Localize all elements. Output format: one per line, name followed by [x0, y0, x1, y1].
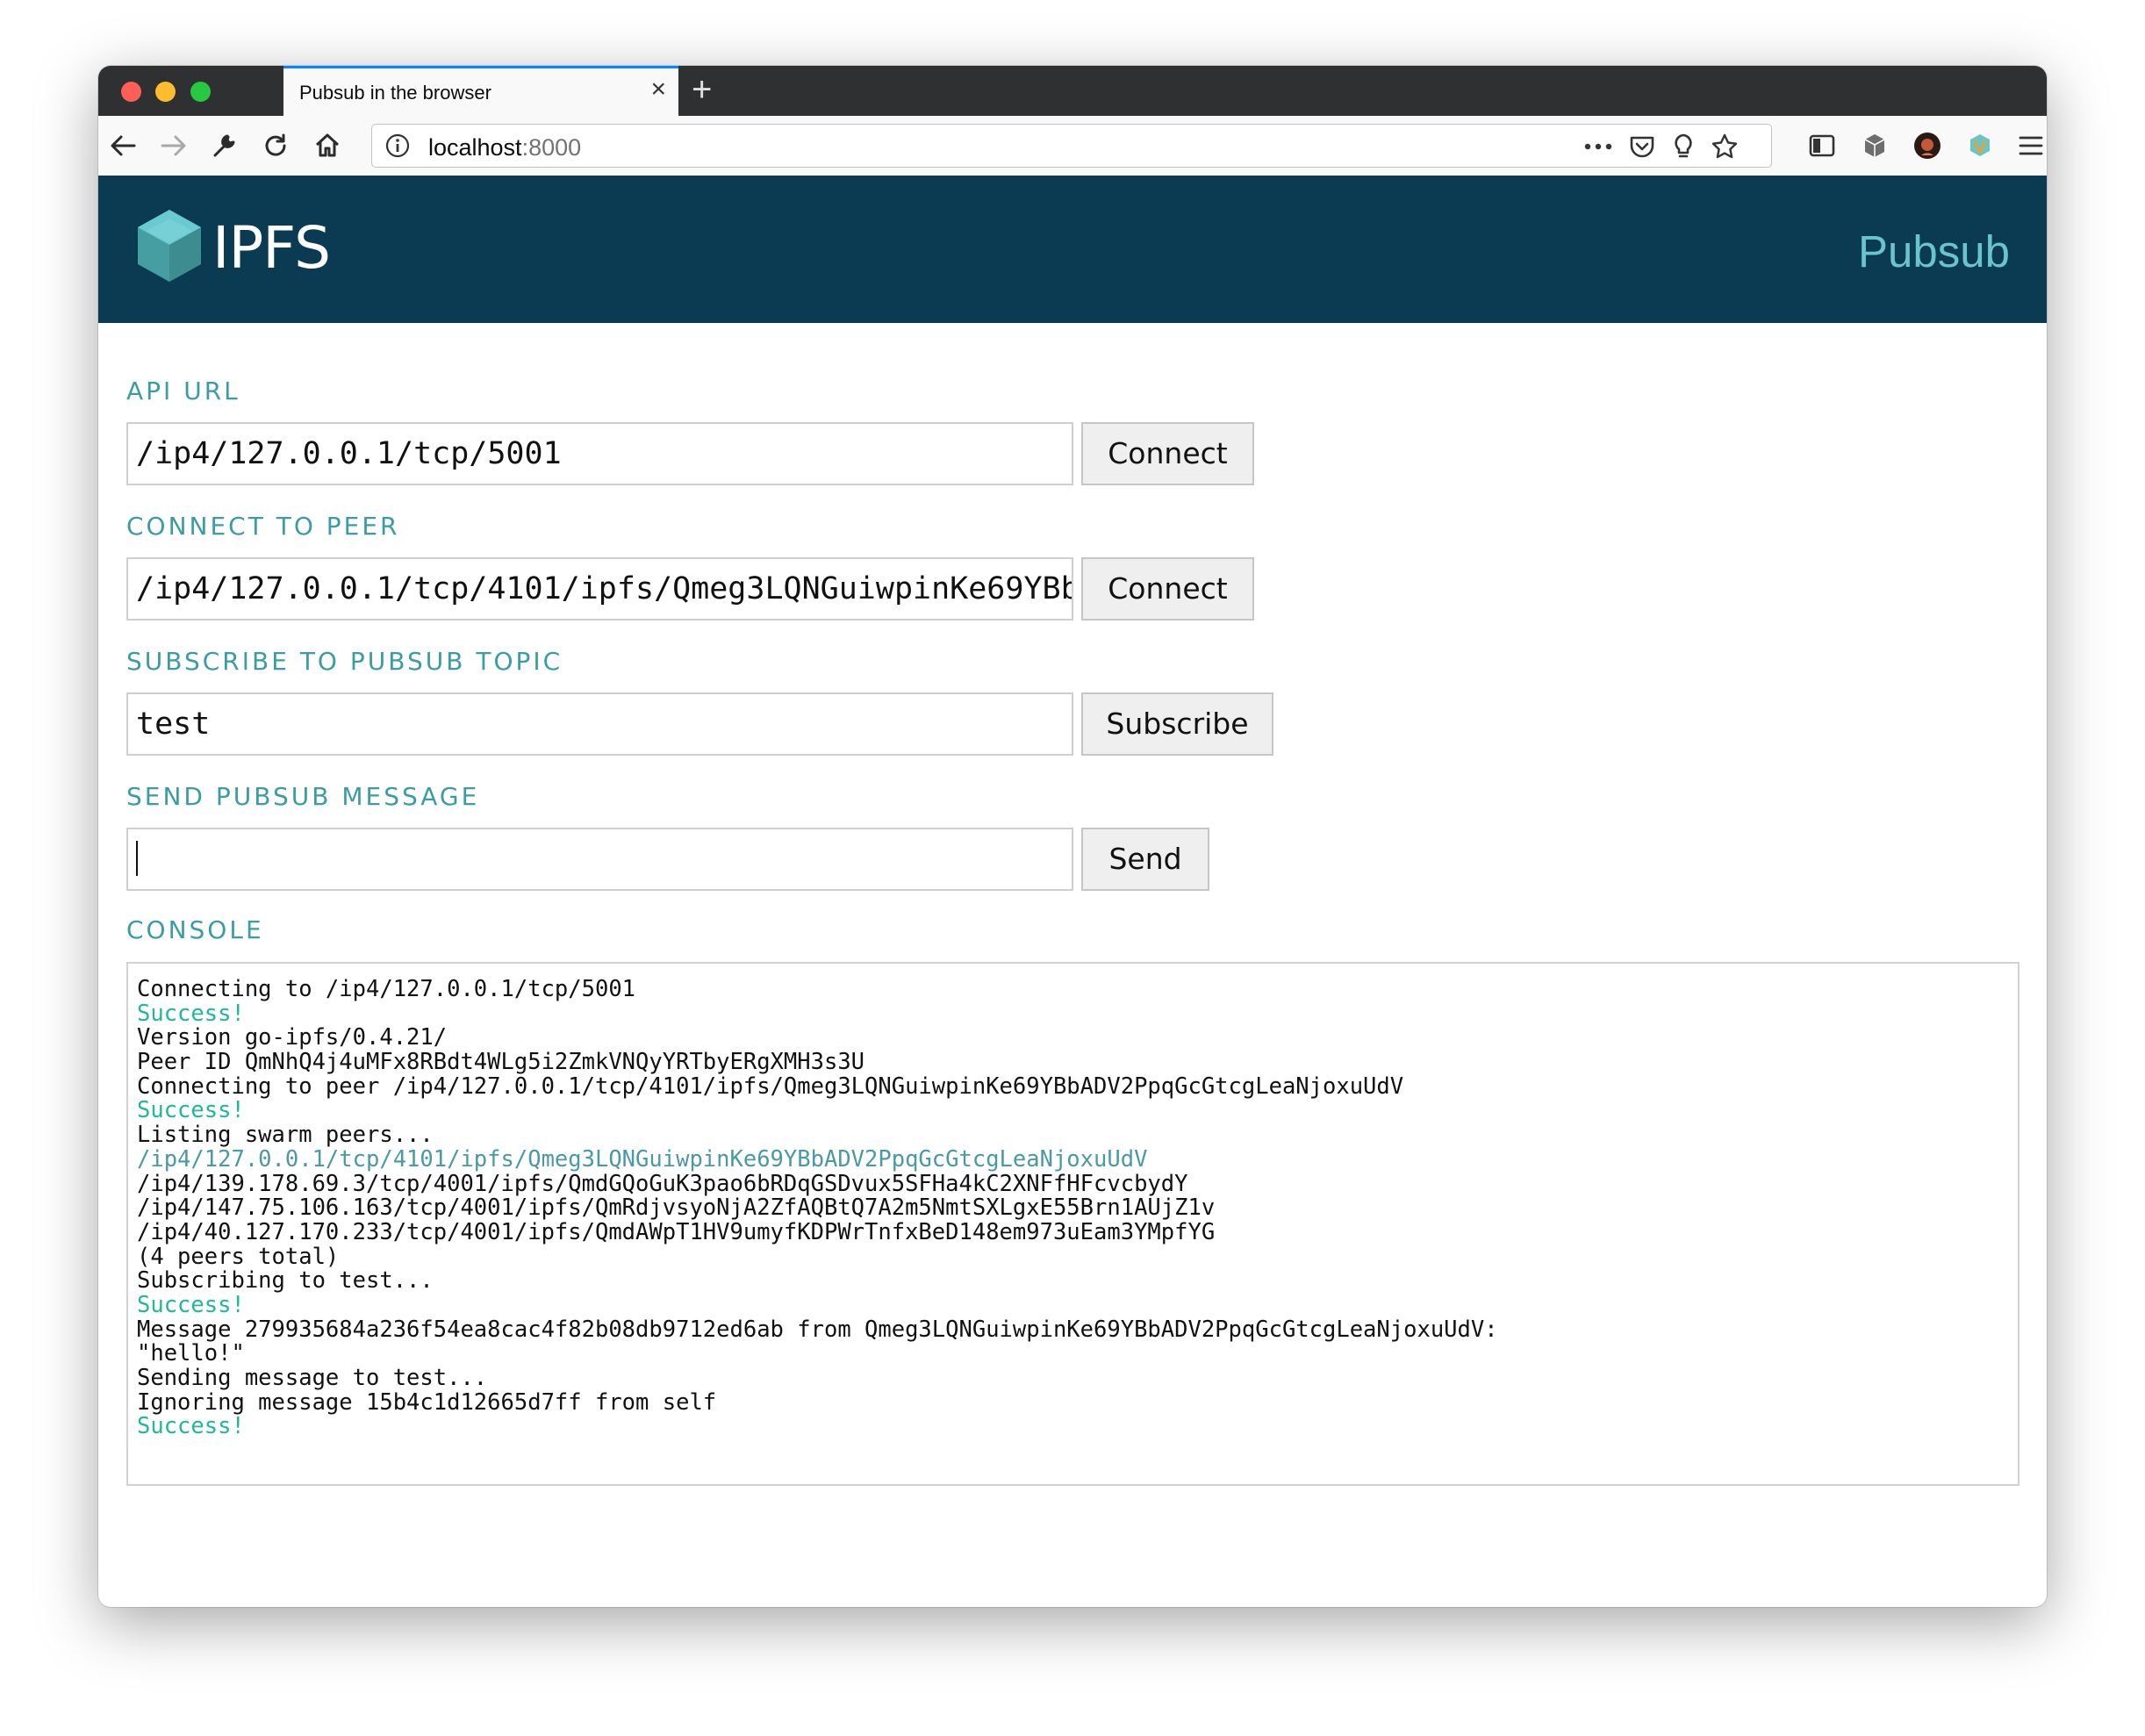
- console-line: Success!: [137, 1097, 245, 1124]
- page-header: IPFS Pubsub: [98, 176, 2047, 323]
- console-line: (4 peers total): [137, 1243, 340, 1270]
- browser-window: Pubsub in the browser × + localhost:8000: [98, 66, 2047, 1607]
- nav-toolbar: localhost:8000: [98, 116, 2047, 176]
- console-line: Ignoring message 15b4c1d12665d7ff from s…: [137, 1388, 717, 1416]
- site-info-icon[interactable]: [384, 133, 411, 159]
- subscribe-button[interactable]: Subscribe: [1081, 692, 1273, 756]
- url-text: localhost:8000: [428, 134, 581, 161]
- connect-peer-label: CONNECT TO PEER: [126, 512, 400, 541]
- console-line: Version go-ipfs/0.4.21/: [137, 1024, 448, 1051]
- console-label: CONSOLE: [126, 915, 264, 944]
- send-button[interactable]: Send: [1081, 828, 1209, 891]
- minimize-window-button[interactable]: [155, 82, 176, 102]
- console-line: Connecting to /ip4/127.0.0.1/tcp/5001: [137, 976, 636, 1002]
- zoom-window-button[interactable]: [190, 82, 211, 102]
- lightbulb-icon[interactable]: [1668, 132, 1698, 161]
- text-caret: [136, 841, 138, 876]
- star-icon[interactable]: [1710, 132, 1740, 161]
- pocket-icon[interactable]: [1627, 132, 1657, 161]
- close-window-button[interactable]: [121, 82, 141, 102]
- console-line: Success!: [137, 1413, 245, 1440]
- tab-strip: Pubsub in the browser × +: [98, 66, 2047, 116]
- sidebar-icon[interactable]: [1804, 128, 1840, 163]
- more-dots-icon[interactable]: [1583, 132, 1613, 161]
- avatar-extension-icon[interactable]: [1910, 128, 1945, 163]
- home-icon[interactable]: [310, 128, 345, 163]
- console-output[interactable]: Connecting to /ip4/127.0.0.1/tcp/5001 Suc…: [126, 962, 2019, 1486]
- logo-text: IPFS: [212, 214, 331, 282]
- page-title: Pubsub: [1858, 226, 2010, 276]
- url-bar[interactable]: localhost:8000: [371, 124, 1772, 168]
- console-line: Peer ID QmNhQ4j4uMFx8RBdt4WLg5i2ZmkVNQyY…: [137, 1049, 865, 1076]
- console-line: /ip4/139.178.69.3/tcp/4001/ipfs/QmdGQoGu…: [137, 1170, 1188, 1197]
- connect-peer-button[interactable]: Connect: [1081, 557, 1254, 621]
- cube-extension-icon[interactable]: [1857, 128, 1892, 163]
- console-line[interactable]: /ip4/127.0.0.1/tcp/4101/ipfs/Qmeg3LQNGui…: [137, 1147, 2018, 1173]
- wrench-icon[interactable]: [207, 128, 242, 163]
- tab-title: Pubsub in the browser: [299, 82, 491, 104]
- console-line: Success!: [137, 1000, 245, 1027]
- peer-address-input[interactable]: /ip4/127.0.0.1/tcp/4101/ipfs/Qmeg3LQNGui…: [126, 557, 1073, 621]
- console-line: Message 279935684a236f54ea8cac4f82b08db9…: [137, 1316, 1498, 1343]
- subscribe-topic-label: SUBSCRIBE TO PUBSUB TOPIC: [126, 647, 563, 676]
- send-message-label: SEND PUBSUB MESSAGE: [126, 782, 480, 811]
- forward-arrow-icon[interactable]: [156, 128, 191, 163]
- api-url-label: API URL: [126, 377, 240, 405]
- ipfs-logo-icon: [136, 208, 203, 283]
- new-tab-button[interactable]: +: [692, 70, 712, 109]
- console-line: Listing swarm peers...: [137, 1122, 434, 1149]
- console-line: Success!: [137, 1291, 245, 1318]
- reload-icon[interactable]: [258, 128, 293, 163]
- tab-close-icon[interactable]: ×: [650, 76, 666, 103]
- console-line: Subscribing to test...: [137, 1267, 434, 1295]
- back-arrow-icon[interactable]: [105, 128, 140, 163]
- url-port: :8000: [521, 134, 582, 161]
- console-line: /ip4/40.127.170.233/tcp/4001/ipfs/QmdAWp…: [137, 1218, 1216, 1245]
- tab-active[interactable]: Pubsub in the browser ×: [283, 66, 678, 116]
- connect-api-button[interactable]: Connect: [1081, 422, 1254, 485]
- message-input[interactable]: [126, 828, 1073, 891]
- api-url-input[interactable]: /ip4/127.0.0.1/tcp/5001: [126, 422, 1073, 485]
- console-line: Connecting to peer /ip4/127.0.0.1/tcp/41…: [137, 1072, 1404, 1100]
- console-line: /ip4/147.75.106.163/tcp/4001/ipfs/QmRdjv…: [137, 1194, 1216, 1222]
- url-host: localhost: [428, 134, 522, 161]
- hamburger-menu-icon[interactable]: [2013, 128, 2047, 163]
- console-line: Sending message to test...: [137, 1365, 488, 1391]
- ipfs-companion-icon[interactable]: [1962, 128, 1998, 163]
- topic-input[interactable]: test: [126, 692, 1073, 756]
- console-line: "hello!": [137, 1340, 245, 1367]
